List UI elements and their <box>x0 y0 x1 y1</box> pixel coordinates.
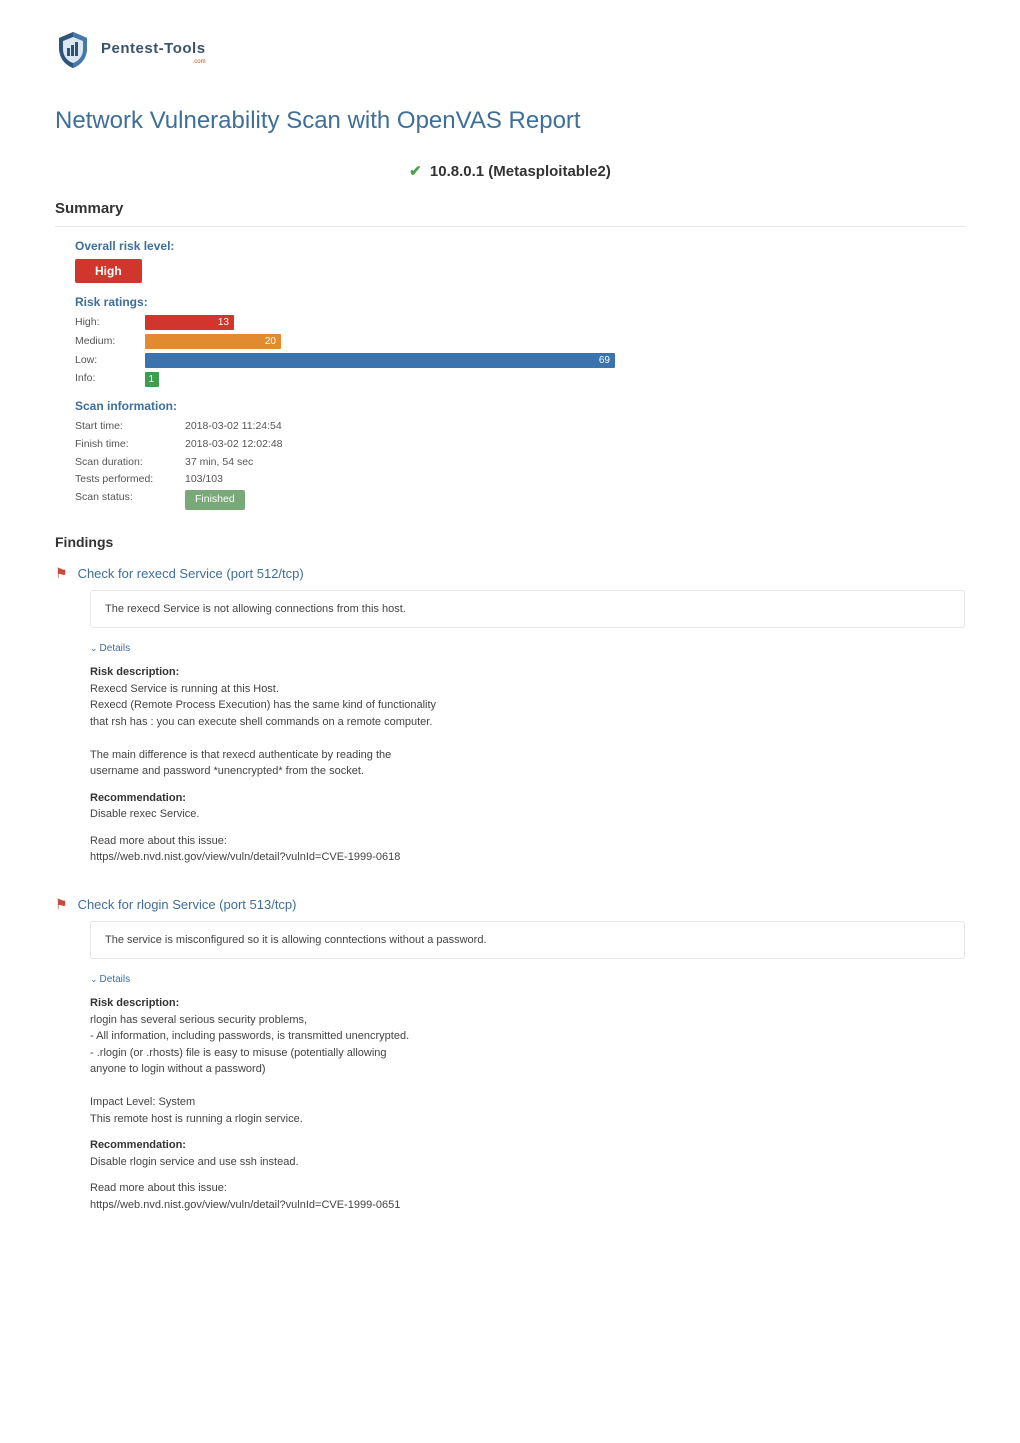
risk-ratings-label: Risk ratings: <box>75 293 965 311</box>
read-more-label: Read more about this issue: <box>90 1182 227 1194</box>
details-toggle[interactable]: ⌄Details <box>90 972 130 987</box>
status-badge: Finished <box>185 490 245 510</box>
tests-value: 103/103 <box>185 472 223 488</box>
overall-risk-label: Overall risk level: <box>75 237 965 255</box>
logo: Pentest-Tools .com <box>55 30 965 75</box>
chevron-down-icon: ⌄ <box>90 643 98 653</box>
risk-desc-label: Risk description: <box>90 666 179 678</box>
duration-label: Scan duration: <box>75 455 185 471</box>
chevron-down-icon: ⌄ <box>90 974 98 984</box>
check-icon: ✔ <box>409 163 422 180</box>
tests-label: Tests performed: <box>75 472 185 488</box>
finding-summary: The service is misconfigured so it is al… <box>90 921 965 960</box>
start-time-label: Start time: <box>75 419 185 435</box>
finding-summary: The rexecd Service is not allowing conne… <box>90 590 965 629</box>
rating-bar: 1 <box>145 372 159 387</box>
rating-label: Info: <box>75 371 145 387</box>
read-more-label: Read more about this issue: <box>90 835 227 847</box>
flag-icon: ⚑ <box>55 894 68 915</box>
flag-icon: ⚑ <box>55 563 68 584</box>
rating-label: Medium: <box>75 334 145 350</box>
recommendation-label: Recommendation: <box>90 792 186 804</box>
details-toggle[interactable]: ⌄Details <box>90 641 130 656</box>
duration-value: 37 min, 54 sec <box>185 455 253 471</box>
start-time-value: 2018-03-02 11:24:54 <box>185 419 282 435</box>
summary-heading: Summary <box>55 198 965 228</box>
shield-icon <box>55 30 101 75</box>
logo-subtext: .com <box>101 58 206 67</box>
rating-label: High: <box>75 315 145 331</box>
risk-desc-label: Risk description: <box>90 997 179 1009</box>
finish-time-label: Finish time: <box>75 437 185 453</box>
scan-info-label: Scan information: <box>75 397 965 415</box>
finding-header: ⚑ Check for rexecd Service (port 512/tcp… <box>55 563 965 584</box>
finding-title: Check for rexecd Service (port 512/tcp) <box>78 564 304 584</box>
finding: ⚑ Check for rexecd Service (port 512/tcp… <box>55 563 965 866</box>
finding: ⚑ Check for rlogin Service (port 513/tcp… <box>55 894 965 1214</box>
finding-header: ⚑ Check for rlogin Service (port 513/tcp… <box>55 894 965 915</box>
rating-bar: 13 <box>145 315 234 330</box>
page-title: Network Vulnerability Scan with OpenVAS … <box>55 103 965 139</box>
finding-details: Risk description: rlogin has several ser… <box>90 995 965 1213</box>
rating-row: Medium:20 <box>75 334 965 350</box>
rating-bar: 69 <box>145 353 615 368</box>
rating-row: Low:69 <box>75 353 965 369</box>
recommendation-label: Recommendation: <box>90 1139 186 1151</box>
rating-row: Info:1 <box>75 371 965 387</box>
rating-row: High:13 <box>75 315 965 331</box>
risk-level-badge: High <box>75 259 142 283</box>
rating-label: Low: <box>75 353 145 369</box>
logo-text: Pentest-Tools <box>101 40 206 57</box>
findings-heading: Findings <box>55 532 965 553</box>
status-label: Scan status: <box>75 490 185 510</box>
target-line: ✔ 10.8.0.1 (Metasploitable2) <box>55 161 965 184</box>
finish-time-value: 2018-03-02 12:02:48 <box>185 437 283 453</box>
finding-details: Risk description: Rexecd Service is runn… <box>90 664 965 866</box>
target-ip: 10.8.0.1 <box>430 163 484 180</box>
finding-title: Check for rlogin Service (port 513/tcp) <box>78 895 297 915</box>
rating-bar: 20 <box>145 334 281 349</box>
target-name: (Metasploitable2) <box>488 163 611 180</box>
summary-section: Summary Overall risk level: High Risk ra… <box>55 198 965 510</box>
